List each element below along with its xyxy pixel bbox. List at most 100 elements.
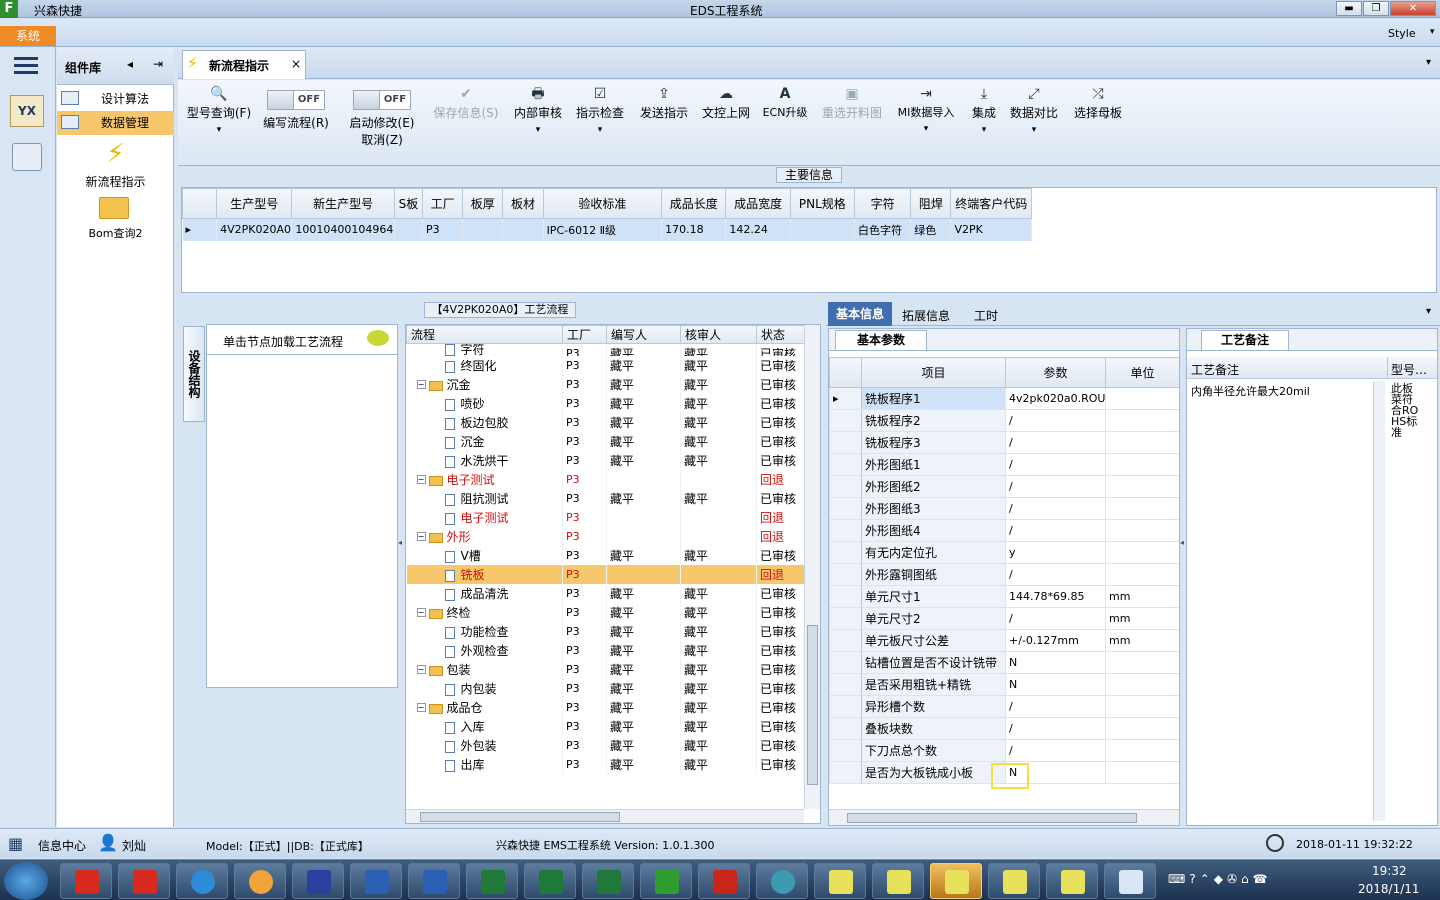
param-row[interactable]: 外形露铜图纸 / [829,563,1179,586]
taskbar-app-x2[interactable] [872,863,924,899]
taskbar-app-x1[interactable] [814,863,866,899]
taskbar-ie[interactable] [176,863,228,899]
tree-row[interactable]: − 沉金 P3 藏平 藏平 已审核 [406,375,807,394]
write-process-toggle[interactable]: OFF [267,90,325,110]
cell-reviewer[interactable] [680,470,757,489]
tree-row[interactable]: − 外形 P3 回退 [406,527,807,546]
cell-reviewer[interactable]: 藏平 [680,343,757,356]
cell-status[interactable]: 已审核 [756,546,807,565]
taskbar-eds[interactable] [640,863,692,899]
tree-row[interactable]: 铣板 P3 回退 [406,565,807,584]
param-unit[interactable] [1105,695,1179,718]
param-name[interactable]: 是否为大板铣成小板 [861,761,1006,784]
param-value[interactable]: +/-0.127mm [1005,629,1106,652]
cell[interactable]: 142.24 [725,218,791,241]
cell-factory[interactable]: P3 [562,470,607,489]
cell-reviewer[interactable] [680,527,757,546]
param-unit[interactable] [1105,651,1179,674]
column-header[interactable]: 字符 [854,188,912,219]
tree-node[interactable]: 水洗烘干 [406,451,563,470]
tree-row[interactable]: 板边包胶 P3 藏平 藏平 已审核 [406,413,807,432]
splitter-arrow-icon[interactable]: ◂ [1180,538,1184,547]
cell-factory[interactable]: P3 [562,451,607,470]
tree-node[interactable]: 终固化 [406,356,563,375]
param-unit[interactable] [1105,541,1179,564]
param-row[interactable]: 外形图纸4/ [829,519,1179,542]
cancel-label[interactable]: 取消(Z) [361,133,403,147]
cell-factory[interactable]: P3 [562,641,607,660]
column-header[interactable]: 终端客户代码 [950,188,1032,219]
cell-status[interactable]: 已审核 [756,679,807,698]
cell-writer[interactable]: 藏平 [606,432,681,451]
cell-reviewer[interactable]: 藏平 [680,603,757,622]
cell-status[interactable]: 已审核 [756,489,807,508]
write-process-button[interactable]: OFF 编写流程(R) [260,84,332,154]
taskbar-save[interactable] [292,863,344,899]
scrollbar-thumb[interactable] [847,813,1137,823]
taskbar-app-x4[interactable] [988,863,1040,899]
taskbar-pdf[interactable] [698,863,750,899]
cell-status[interactable]: 已审核 [756,343,807,356]
param-row[interactable]: ▸ 铣板程序1 4v2pk020a0.ROU [829,387,1179,410]
start-modify-button[interactable]: OFF 启动修改(E) 取消(Z) [344,84,420,154]
splitter-arrow-icon[interactable]: ◂ [398,538,402,547]
cell-factory[interactable]: P3 [562,432,607,451]
collapse-toggle-icon[interactable]: − [416,475,426,484]
tree-row[interactable]: 喷砂 P3 藏平 藏平 已审核 [406,394,807,413]
param-name[interactable]: 叠板块数 [861,717,1006,740]
send-instruction-button[interactable]: ⇪ 发送指示 [636,84,692,154]
cell-reviewer[interactable]: 藏平 [680,584,757,603]
column-header[interactable]: 工厂 [562,325,607,344]
tree-node[interactable]: 阻抗测试 [406,489,563,508]
taskbar-app-2[interactable] [118,863,170,899]
yx-module-icon[interactable]: YX [10,95,44,127]
column-header[interactable]: 单位 [1105,357,1179,388]
cell-status[interactable]: 已审核 [756,413,807,432]
equipment-structure-tab[interactable]: 设备结构 [183,326,205,422]
tree-row[interactable]: − 电子测试 P3 回退 [406,470,807,489]
cell-reviewer[interactable]: 藏平 [680,717,757,736]
tree-node[interactable]: − 终检 [406,603,563,622]
param-unit[interactable]: mm [1105,585,1179,608]
cell-status[interactable]: 已审核 [756,394,807,413]
cell-status[interactable]: 回退 [756,508,807,527]
table-row[interactable]: ▸ 4V2PK020A0 10010400104964 P3 IPC-6012 … [182,218,1032,241]
horizontal-scrollbar[interactable] [406,809,804,823]
mi-data-import-button[interactable]: ⇥ MI数据导入 ▾ [892,84,960,154]
cell-writer[interactable]: 藏平 [606,343,681,356]
tree-node[interactable]: − 外形 [406,527,563,546]
cell-writer[interactable]: 藏平 [606,755,681,774]
column-header[interactable]: 状态 [756,325,807,344]
column-header[interactable]: 型号… [1391,361,1427,378]
cell-factory[interactable]: P3 [562,489,607,508]
info-center-label[interactable]: 信息中心 [38,837,86,854]
restore-button[interactable]: ❐ [1363,1,1389,16]
cell[interactable]: P3 [422,218,464,241]
param-row[interactable]: 铣板程序3/ [829,431,1179,454]
param-value[interactable]: / [1005,717,1106,740]
param-value[interactable]: / [1005,563,1106,586]
param-unit[interactable] [1105,475,1179,498]
tree-node[interactable]: 字符 [406,343,563,356]
param-row[interactable]: 单元尺寸2/mm [829,607,1179,630]
cell-reviewer[interactable]: 藏平 [680,660,757,679]
param-name[interactable]: 单元尺寸2 [861,607,1006,630]
save-info-button[interactable]: ✔ 保存信息(S) [430,84,502,154]
internal-review-button[interactable]: 🖶 内部审核 ▾ [510,84,566,154]
collapse-left-icon[interactable]: ◂ [127,57,133,71]
param-unit[interactable] [1105,717,1179,740]
collapse-toggle-icon[interactable]: − [416,665,426,674]
param-name[interactable]: 单元板尺寸公差 [861,629,1006,652]
tab-extended-info[interactable]: 拓展信息 [902,307,950,324]
tree-node[interactable]: 铣板 [406,565,563,584]
cell-reviewer[interactable]: 藏平 [680,375,757,394]
taskbar-app-shell[interactable] [234,863,286,899]
tree-row[interactable]: − 包装 P3 藏平 藏平 已审核 [406,660,807,679]
close-tab-icon[interactable]: × [291,57,301,71]
cell[interactable]: V2PK [950,218,1032,241]
start-modify-toggle[interactable]: OFF [353,90,411,110]
cell-factory[interactable]: P3 [562,565,607,584]
param-row[interactable]: 异形槽个数 / [829,695,1179,718]
cell-reviewer[interactable]: 藏平 [680,546,757,565]
param-row[interactable]: 外形图纸1/ [829,453,1179,476]
